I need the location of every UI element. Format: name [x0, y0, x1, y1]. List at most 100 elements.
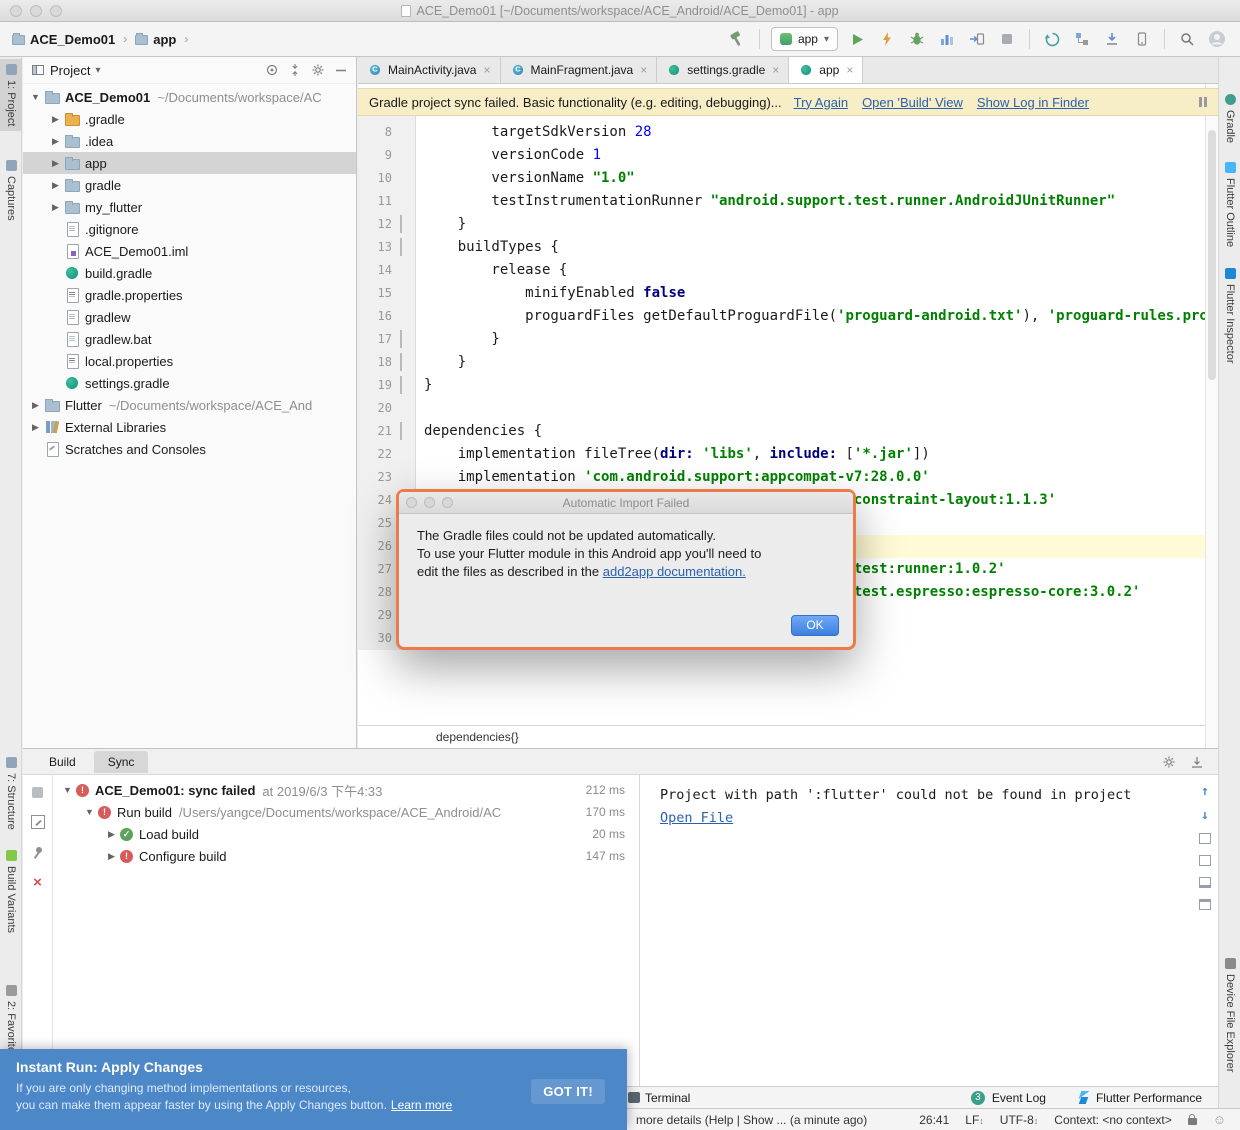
project-tree-item-gradle[interactable]: ▶gradle [23, 174, 356, 196]
gutter-fold-area[interactable] [400, 397, 416, 420]
code-line-14[interactable]: 14 release { [358, 259, 1205, 282]
gradle-sync-icon[interactable] [1041, 28, 1063, 50]
code-line-16[interactable]: 16 proguardFiles getDefaultProguardFile(… [358, 305, 1205, 328]
tool-window-button-1-project[interactable]: 1: Project [0, 59, 22, 131]
code-line-10[interactable]: 10 versionName "1.0" [358, 167, 1205, 190]
editor-tab-mainactivity-java[interactable]: MainActivity.java× [358, 57, 501, 83]
event-log-button[interactable]: Event Log [992, 1091, 1046, 1105]
project-tree-item-gradlew-bat[interactable]: gradlew.bat [23, 328, 356, 350]
avd-manager-phone-icon[interactable] [1131, 28, 1153, 50]
scroll-up-icon[interactable]: ↑ [1201, 785, 1209, 798]
close-tab-icon[interactable]: × [846, 63, 853, 77]
tool-window-button-gradle[interactable]: Gradle [1219, 89, 1240, 148]
gutter-fold-area[interactable] [400, 167, 416, 190]
gutter-fold-area[interactable] [400, 374, 416, 397]
gutter-fold-area[interactable] [400, 305, 416, 328]
gear-icon[interactable] [1162, 755, 1176, 769]
code-line-17[interactable]: 17 } [358, 328, 1205, 351]
context-widget[interactable]: Context: <no context> [1054, 1113, 1171, 1127]
code-line-13[interactable]: 13 buildTypes { [358, 236, 1205, 259]
code-line-22[interactable]: 22 implementation fileTree(dir: 'libs', … [358, 443, 1205, 466]
caret-position-widget[interactable]: 26:41 [919, 1113, 949, 1127]
apply-changes-lightning-icon[interactable] [876, 28, 898, 50]
project-tree-item-ace-demo01[interactable]: ▼ACE_Demo01~/Documents/workspace/AC [23, 86, 356, 108]
print-icon[interactable] [1199, 877, 1211, 888]
open-file-link[interactable]: Open File [660, 810, 733, 826]
profiler-icon[interactable] [936, 28, 958, 50]
attach-debugger-icon[interactable] [966, 28, 988, 50]
build-row-ace-demo01-sync-failed[interactable]: ▼!ACE_Demo01: sync failedat 2019/6/3 下午4… [53, 779, 639, 801]
tool-window-button-7-structure[interactable]: 7: Structure [0, 752, 22, 835]
breadcrumb-project[interactable]: ACE_Demo01 [30, 32, 115, 47]
run-button[interactable] [846, 28, 868, 50]
tool-window-button-device-file-explorer[interactable]: Device File Explorer [1219, 953, 1240, 1077]
tree-collapse-icon[interactable]: ▼ [59, 785, 76, 795]
tree-expand-icon[interactable]: ▶ [27, 422, 44, 433]
close-tab-icon[interactable]: × [483, 63, 490, 77]
fold-marker-icon[interactable] [400, 353, 402, 371]
gutter-fold-area[interactable] [400, 420, 416, 443]
locate-file-icon[interactable] [265, 63, 279, 77]
project-tree-item-settings-gradle[interactable]: settings.gradle [23, 372, 356, 394]
export-icon[interactable] [1199, 855, 1211, 866]
tree-expand-icon[interactable]: ▶ [27, 400, 44, 411]
project-view-selector[interactable]: Project [50, 63, 90, 78]
lock-icon[interactable] [1188, 1118, 1197, 1125]
user-avatar[interactable] [1206, 28, 1228, 50]
gutter-fold-area[interactable] [400, 259, 416, 282]
gear-icon[interactable] [311, 63, 325, 77]
tree-expand-icon[interactable]: ▶ [47, 114, 64, 125]
tool-window-button-flutter-outline[interactable]: Flutter Outline [1219, 157, 1240, 252]
project-tree-item-gradle-properties[interactable]: gradle.properties [23, 284, 356, 306]
code-line-20[interactable]: 20 [358, 397, 1205, 420]
editor-tab-settings-gradle[interactable]: settings.gradle× [657, 57, 789, 83]
code-line-23[interactable]: 23 implementation 'com.android.support:a… [358, 466, 1205, 489]
code-line-19[interactable]: 19} [358, 374, 1205, 397]
run-configuration-dropdown[interactable]: app ▾ [771, 27, 838, 51]
gutter-fold-area[interactable] [400, 328, 416, 351]
tab-build[interactable]: Build [35, 751, 90, 773]
scrollbar-thumb[interactable] [1208, 130, 1216, 380]
fold-marker-icon[interactable] [400, 422, 402, 440]
stop-button[interactable] [996, 28, 1018, 50]
project-tree-item-gitignore[interactable]: .gitignore [23, 218, 356, 240]
tree-collapse-icon[interactable]: ▼ [27, 92, 44, 102]
project-tree-item-ace-demo01-iml[interactable]: ACE_Demo01.iml [23, 240, 356, 262]
code-line-8[interactable]: 8 targetSdkVersion 28 [358, 121, 1205, 144]
tree-expand-icon[interactable]: ▶ [47, 180, 64, 191]
clear-output-icon[interactable] [1199, 899, 1211, 910]
code-line-11[interactable]: 11 testInstrumentationRunner "android.su… [358, 190, 1205, 213]
close-tab-icon[interactable]: × [640, 63, 647, 77]
sdk-manager-download-icon[interactable] [1101, 28, 1123, 50]
filter-icon[interactable] [31, 815, 45, 829]
learn-more-link[interactable]: Learn more [391, 1098, 452, 1112]
code-line-15[interactable]: 15 minifyEnabled false [358, 282, 1205, 305]
tool-window-button-flutter-inspector[interactable]: Flutter Inspector [1219, 263, 1240, 368]
inspections-widget-icon[interactable]: ☺ [1213, 1112, 1226, 1127]
tree-expand-icon[interactable]: ▶ [47, 202, 64, 213]
build-row-run-build[interactable]: ▼!Run build/Users/yangce/Documents/works… [53, 801, 639, 823]
soft-wrap-icon[interactable] [1199, 833, 1211, 844]
build-row-load-build[interactable]: ▶✓Load build20 ms [53, 823, 639, 845]
project-tree-item-external-libraries[interactable]: ▶External Libraries [23, 416, 356, 438]
code-line-12[interactable]: 12 } [358, 213, 1205, 236]
breadcrumb-dependencies[interactable]: dependencies{} [436, 730, 519, 744]
fold-marker-icon[interactable] [400, 238, 402, 256]
gutter-fold-area[interactable] [400, 213, 416, 236]
project-tree-item-flutter[interactable]: ▶Flutter~/Documents/workspace/ACE_And [23, 394, 356, 416]
project-tree-item-local-properties[interactable]: local.properties [23, 350, 356, 372]
ok-button[interactable]: OK [791, 615, 839, 636]
gutter-fold-area[interactable] [400, 282, 416, 305]
gutter-fold-area[interactable] [400, 351, 416, 374]
hide-panel-icon[interactable] [1190, 755, 1204, 769]
project-tree-item-idea[interactable]: ▶.idea [23, 130, 356, 152]
code-line-18[interactable]: 18 } [358, 351, 1205, 374]
project-tree-item-gradlew[interactable]: gradlew [23, 306, 356, 328]
gutter-fold-area[interactable] [400, 190, 416, 213]
project-tree-item-gradle[interactable]: ▶.gradle [23, 108, 356, 130]
breadcrumb-module[interactable]: app [153, 32, 176, 47]
tool-window-button-captures[interactable]: Captures [0, 155, 22, 226]
stop-icon[interactable] [32, 787, 43, 798]
banner-link-open-build-view[interactable]: Open 'Build' View [862, 95, 963, 110]
line-separator-widget[interactable]: LF↕ [965, 1113, 984, 1127]
